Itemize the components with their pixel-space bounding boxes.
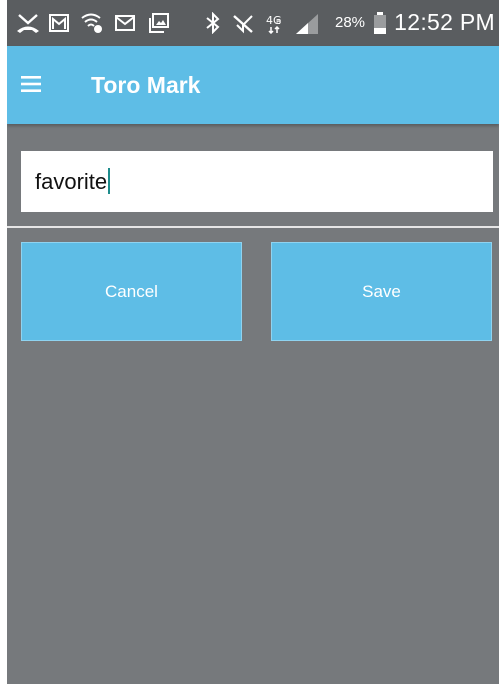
signal-icon	[293, 11, 321, 35]
divider	[7, 226, 499, 228]
mute-icon	[231, 11, 255, 35]
app-screen: 4G E 28% 12:52 PM Toro Mark favorite Canc…	[7, 0, 499, 684]
missed-call-icon	[15, 11, 41, 35]
bluetooth-icon	[203, 11, 223, 35]
save-button[interactable]: Save	[271, 242, 492, 341]
app-title: Toro Mark	[91, 72, 201, 98]
name-input-container: favorite	[21, 151, 493, 212]
status-clock: 12:52 PM	[394, 9, 495, 35]
gmail-icon	[47, 11, 71, 35]
wifi-calling-icon	[79, 11, 105, 35]
status-bar: 4G E 28% 12:52 PM	[7, 0, 499, 46]
app-bar: Toro Mark	[7, 46, 499, 124]
hamburger-menu-icon[interactable]	[21, 76, 45, 96]
svg-text:E: E	[276, 18, 280, 26]
battery-percent: 28%	[335, 14, 366, 31]
mail-icon	[113, 11, 137, 35]
save-button-label: Save	[362, 281, 401, 301]
cancel-button[interactable]: Cancel	[21, 242, 242, 341]
photo-icon	[147, 11, 171, 35]
battery-icon	[371, 11, 389, 35]
name-input[interactable]	[21, 151, 493, 212]
4g-lte-icon: 4G E	[265, 11, 289, 35]
cancel-button-label: Cancel	[105, 281, 158, 301]
